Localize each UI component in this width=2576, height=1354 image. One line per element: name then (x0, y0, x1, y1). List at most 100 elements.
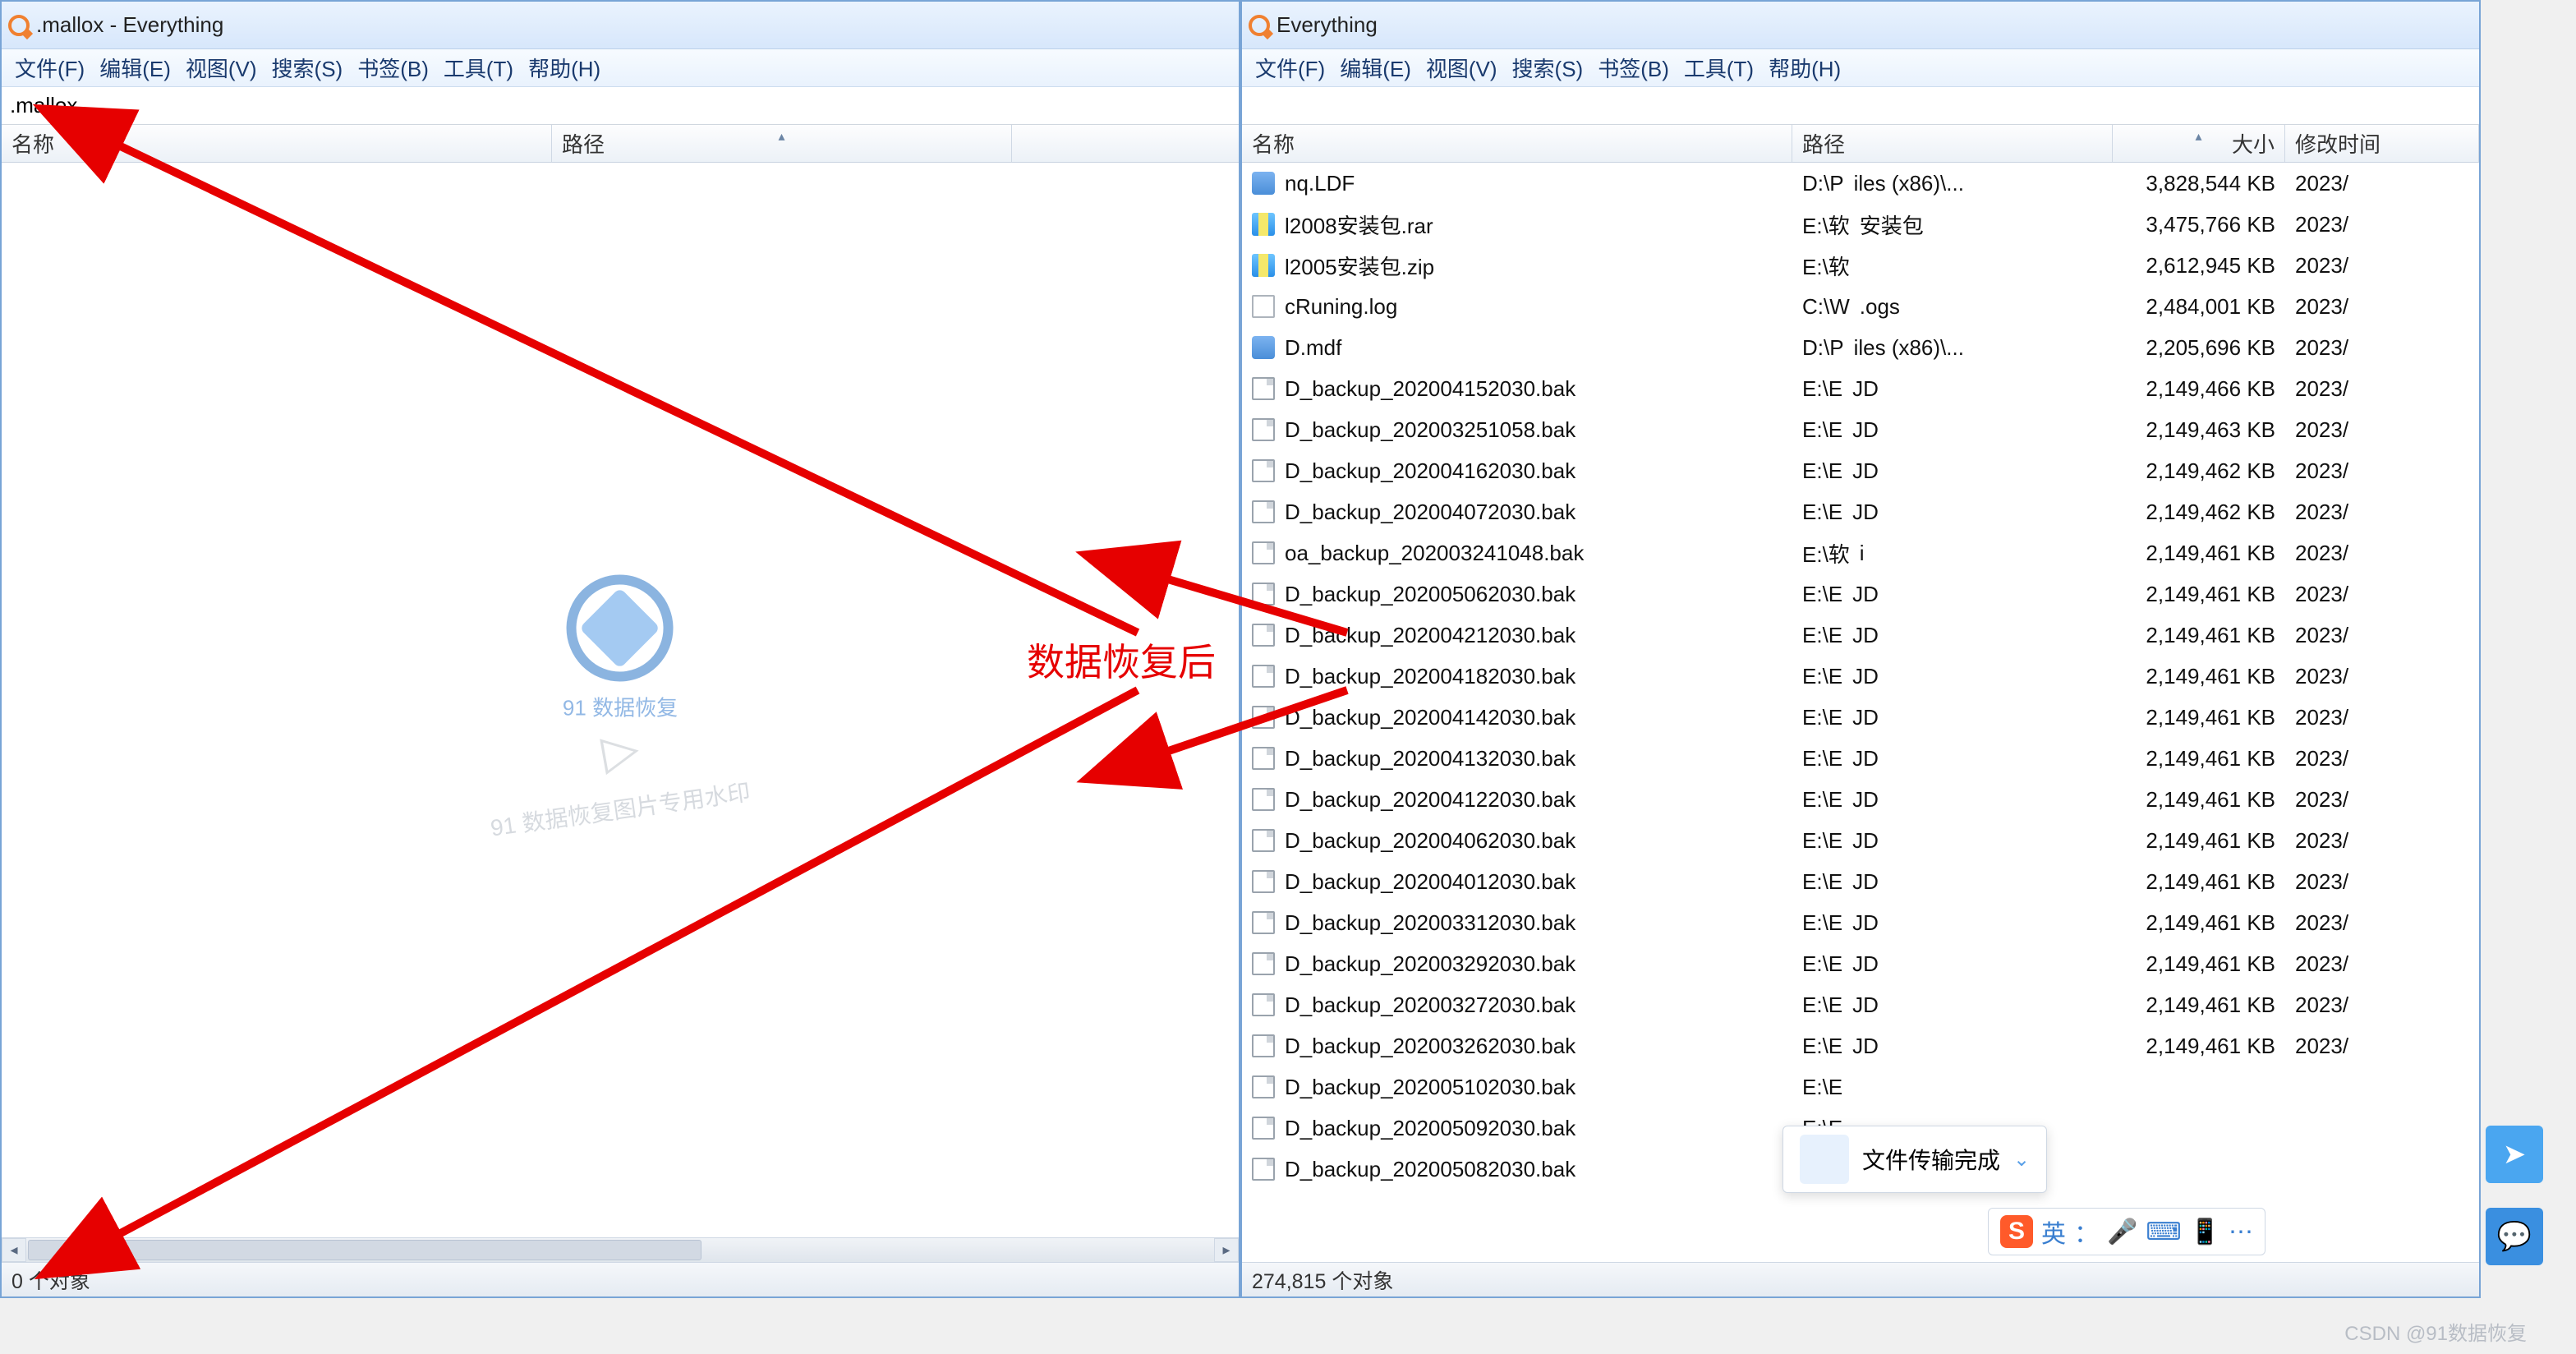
path-prefix: E:\E (1802, 951, 1842, 977)
file-name: D_backup_202004012030.bak (1285, 869, 1576, 895)
menu-item[interactable]: 帮助(H) (528, 53, 600, 83)
scroll-thumb[interactable] (28, 1240, 702, 1260)
chevron-down-icon[interactable]: ⌄ (2013, 1148, 2030, 1172)
table-row[interactable]: D_backup_202004132030.bakE:\E JD2,149,46… (1242, 738, 2479, 779)
table-row[interactable]: l2005安装包.zipE:\软 2,612,945 KB2023/ (1242, 245, 2479, 286)
status-text: 274,815 个对象 (1252, 1265, 1393, 1295)
table-row[interactable]: D_backup_202004212030.bakE:\E JD2,149,46… (1242, 615, 2479, 656)
annotation-label: 数据恢复后 (1027, 633, 1216, 687)
file-date: 2023/ (2295, 335, 2348, 361)
table-row[interactable]: D_backup_202004162030.bakE:\E JD2,149,46… (1242, 450, 2479, 491)
path-prefix: E:\E (1802, 582, 1842, 607)
menu-item[interactable]: 编辑(E) (99, 53, 171, 83)
status-bar: 0 个对象 (2, 1262, 1239, 1296)
file-date: 2023/ (2295, 664, 2348, 689)
table-row[interactable]: D_backup_202004012030.bakE:\E JD2,149,46… (1242, 861, 2479, 902)
table-row[interactable]: D_backup_202005102030.bakE:\E (1242, 1066, 2479, 1108)
search-box[interactable] (1242, 87, 2479, 125)
table-row[interactable]: D_backup_202004182030.bakE:\E JD2,149,46… (1242, 656, 2479, 697)
file-icon (1252, 418, 1275, 441)
file-date: 2023/ (2295, 171, 2348, 196)
file-name: D_backup_202004122030.bak (1285, 787, 1576, 813)
keyboard-icon[interactable]: ⌨ (2146, 1218, 2181, 1246)
menu-item[interactable]: 文件(F) (1255, 53, 1325, 83)
sogou-logo-icon[interactable]: S (2000, 1215, 2033, 1248)
table-row[interactable]: D_backup_202003272030.bakE:\E JD2,149,46… (1242, 984, 2479, 1025)
table-row[interactable]: D_backup_202003312030.bakE:\E JD2,149,46… (1242, 902, 2479, 943)
menu-item[interactable]: 书签(B) (1598, 53, 1669, 83)
float-send-button[interactable]: ➤ (2486, 1126, 2543, 1183)
file-icon (1252, 911, 1275, 934)
menu-item[interactable]: 搜索(S) (272, 53, 343, 83)
device-icon[interactable]: 📱 (2190, 1218, 2220, 1246)
table-row[interactable]: D_backup_202004122030.bakE:\E JD2,149,46… (1242, 779, 2479, 820)
titlebar[interactable]: Everything (1242, 2, 2479, 49)
path-suffix: JD (1852, 417, 1879, 443)
file-size: 2,149,466 KB (2113, 376, 2285, 402)
menu-item[interactable]: 工具(T) (444, 53, 513, 83)
path-prefix: E:\E (1802, 664, 1842, 689)
path-suffix: JD (1852, 951, 1879, 977)
table-row[interactable]: nq.LDFD:\P iles (x86)\...3,828,544 KB202… (1242, 163, 2479, 204)
table-row[interactable]: D.mdfD:\P iles (x86)\...2,205,696 KB2023… (1242, 327, 2479, 368)
menu-item[interactable]: 书签(B) (357, 53, 429, 83)
table-row[interactable]: D_backup_202003292030.bakE:\E JD2,149,46… (1242, 943, 2479, 984)
path-suffix: JD (1852, 458, 1879, 484)
file-size: 2,484,001 KB (2113, 294, 2285, 320)
more-icon[interactable]: ⋯ (2229, 1218, 2253, 1246)
menu-item[interactable]: 搜索(S) (1512, 53, 1584, 83)
file-date: 2023/ (2295, 828, 2348, 854)
menu-item[interactable]: 帮助(H) (1769, 53, 1841, 83)
file-size: 2,612,945 KB (2113, 253, 2285, 279)
app-icon (8, 15, 30, 36)
microphone-icon[interactable]: 🎤 (2107, 1218, 2137, 1246)
menubar: 文件(F) 编辑(E) 视图(V) 搜索(S) 书签(B) 工具(T) 帮助(H) (2, 49, 1239, 87)
col-name[interactable]: 名称 (1242, 125, 1792, 162)
table-row[interactable]: oa_backup_202003241048.bakE:\软 i2,149,46… (1242, 532, 2479, 573)
col-path[interactable]: 路径▴ (552, 125, 1012, 162)
col-path[interactable]: 路径 (1792, 125, 2113, 162)
table-row[interactable]: D_backup_202004142030.bakE:\E JD2,149,46… (1242, 697, 2479, 738)
table-row[interactable]: D_backup_202003251058.bakE:\E JD2,149,46… (1242, 409, 2479, 450)
transfer-popup[interactable]: 文件传输完成 ⌄ (1782, 1126, 2047, 1193)
file-date: 2023/ (2295, 582, 2348, 607)
table-row[interactable]: D_backup_202003262030.bakE:\E JD2,149,46… (1242, 1025, 2479, 1066)
file-date: 2023/ (2295, 992, 2348, 1018)
footer-watermark: CSDN @91数据恢复 (2344, 1317, 2527, 1346)
ime-toolbar[interactable]: S 英 ： 🎤 ⌨ 📱 ⋯ (1988, 1208, 2266, 1255)
results-area: nq.LDFD:\P iles (x86)\...3,828,544 KB202… (1242, 163, 2479, 1262)
file-date: 2023/ (2295, 541, 2348, 566)
table-row[interactable]: D_backup_202004152030.bakE:\E JD2,149,46… (1242, 368, 2479, 409)
titlebar[interactable]: .mallox - Everything (2, 2, 1239, 49)
menu-item[interactable]: 视图(V) (1426, 53, 1497, 83)
search-input[interactable] (1250, 93, 2471, 118)
file-size: 2,149,461 KB (2113, 664, 2285, 689)
menu-item[interactable]: 编辑(E) (1340, 53, 1411, 83)
table-row[interactable]: l2008安装包.rarE:\软 安装包3,475,766 KB2023/ (1242, 204, 2479, 245)
search-box[interactable] (2, 87, 1239, 125)
table-row[interactable]: D_backup_202004062030.bakE:\E JD2,149,46… (1242, 820, 2479, 861)
everything-window-right: Everything 文件(F) 编辑(E) 视图(V) 搜索(S) 书签(B) 工具(T… (1240, 0, 2481, 1298)
ime-punct-icon[interactable]: ： (2074, 1214, 2099, 1250)
search-input[interactable] (10, 93, 1230, 118)
path-prefix: E:\软 (1802, 251, 1850, 281)
scroll-left-button[interactable]: ◂ (2, 1238, 26, 1262)
menu-item[interactable]: 文件(F) (15, 53, 85, 83)
file-date: 2023/ (2295, 910, 2348, 936)
file-date: 2023/ (2295, 746, 2348, 771)
file-icon (1252, 624, 1275, 647)
scroll-right-button[interactable]: ▸ (1214, 1238, 1239, 1262)
path-prefix: E:\E (1802, 417, 1842, 443)
path-prefix: E:\E (1802, 746, 1842, 771)
menu-item[interactable]: 视图(V) (186, 53, 257, 83)
horizontal-scrollbar[interactable]: ◂ ▸ (2, 1237, 1239, 1262)
col-size[interactable]: 大小▴ (2113, 125, 2285, 162)
table-row[interactable]: D_backup_202005062030.bakE:\E JD2,149,46… (1242, 573, 2479, 615)
col-date[interactable]: 修改时间 (2285, 125, 2479, 162)
col-name[interactable]: 名称 (2, 125, 552, 162)
table-row[interactable]: D_backup_202004072030.bakE:\E JD2,149,46… (1242, 491, 2479, 532)
menu-item[interactable]: 工具(T) (1684, 53, 1754, 83)
table-row[interactable]: cRuning.logC:\W .ogs2,484,001 KB2023/ (1242, 286, 2479, 327)
float-chat-button[interactable]: 💬 (2486, 1208, 2543, 1265)
ime-lang[interactable]: 英 (2041, 1214, 2066, 1250)
